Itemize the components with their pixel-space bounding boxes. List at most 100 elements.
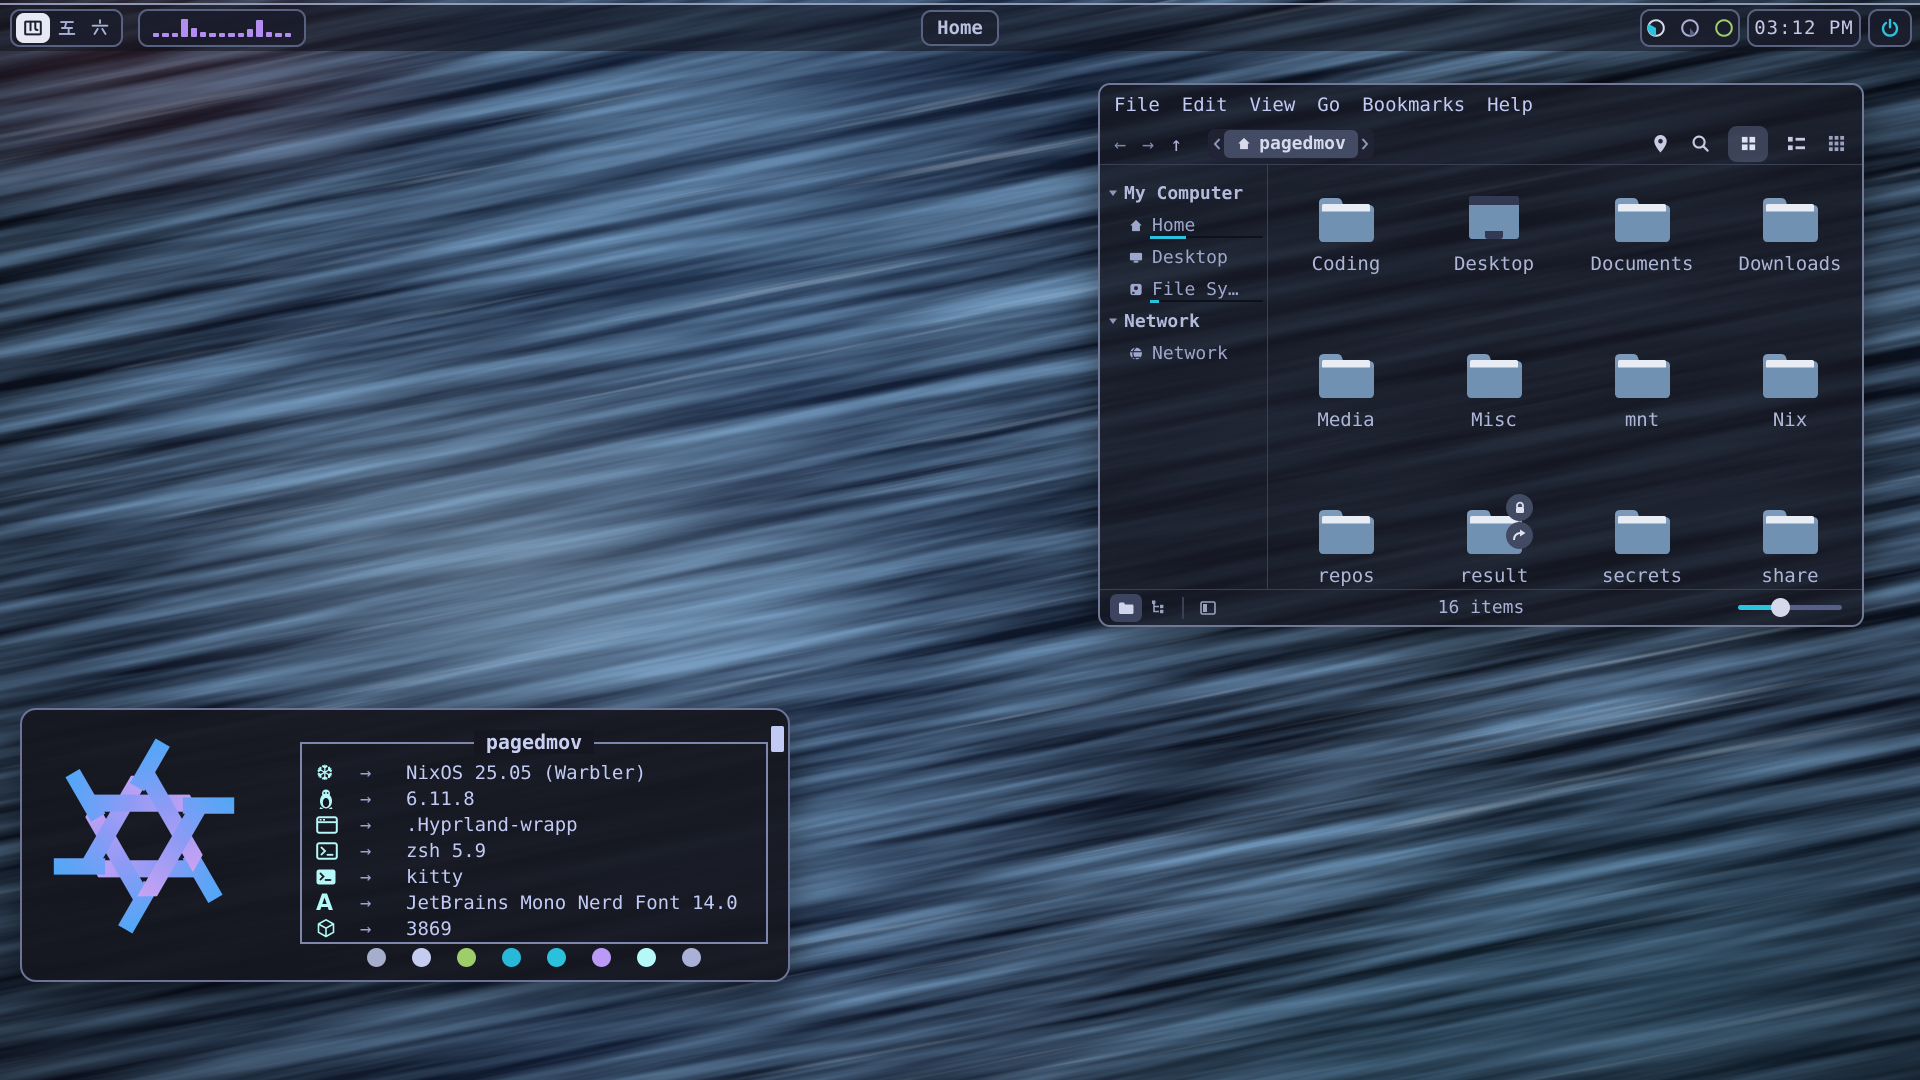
workspace-switcher[interactable] bbox=[10, 9, 123, 47]
visualizer-bar bbox=[162, 33, 168, 37]
workspace-item-4[interactable] bbox=[16, 13, 50, 43]
icon-size-slider[interactable] bbox=[1738, 605, 1842, 610]
visualizer-bar bbox=[181, 19, 187, 37]
fetch-value: 6.11.8 bbox=[406, 788, 475, 810]
active-window-title[interactable]: Home bbox=[921, 10, 999, 46]
folder-icon bbox=[1314, 191, 1378, 247]
sidebar-item-network[interactable]: Network bbox=[1108, 337, 1267, 369]
sidebar-section-label: My Computer bbox=[1124, 183, 1243, 204]
folder-icon bbox=[1758, 191, 1822, 247]
fetch-value: zsh 5.9 bbox=[406, 840, 486, 862]
folder-item-nix[interactable]: Nix bbox=[1716, 339, 1864, 495]
audio-visualizer bbox=[138, 9, 306, 47]
folder-item-mnt[interactable]: mnt bbox=[1568, 339, 1716, 495]
folder-item-coding[interactable]: Coding bbox=[1272, 183, 1420, 339]
breadcrumb-current[interactable]: pagedmov bbox=[1224, 130, 1358, 158]
power-button[interactable] bbox=[1868, 9, 1912, 47]
clock-widget[interactable]: 03:12 PM bbox=[1747, 9, 1861, 47]
sidebar-item-desktop[interactable]: Desktop bbox=[1108, 241, 1267, 273]
folder-item-secrets[interactable]: secrets bbox=[1568, 495, 1716, 651]
breadcrumb[interactable]: pagedmov bbox=[1208, 129, 1374, 159]
terminal-window: pagedmov ❆ → NixOS 25.05 (Warbler) → 6.1… bbox=[20, 708, 790, 982]
folder-icon bbox=[1314, 347, 1378, 403]
visualizer-bar bbox=[219, 33, 225, 37]
symlink-emblem-icon bbox=[1506, 522, 1533, 549]
palette-dot bbox=[592, 948, 611, 967]
palette-dot bbox=[547, 948, 566, 967]
folder-item-downloads[interactable]: Downloads bbox=[1716, 183, 1864, 339]
chevron-left-icon[interactable] bbox=[1212, 137, 1222, 151]
workspace-item-6[interactable] bbox=[83, 13, 117, 43]
fetch-row-os: ❆ → NixOS 25.05 (Warbler) bbox=[316, 760, 766, 786]
power-icon bbox=[1879, 17, 1901, 39]
chevron-right-icon[interactable] bbox=[1360, 137, 1370, 151]
folder-label: Documents bbox=[1591, 253, 1694, 275]
folder-item-share[interactable]: share bbox=[1716, 495, 1864, 651]
folder-item-misc[interactable]: Misc bbox=[1420, 339, 1568, 495]
visualizer-bar bbox=[256, 20, 262, 37]
file-manager-window: File Edit View Go Bookmarks Help ← → ↑ p… bbox=[1098, 83, 1864, 627]
menu-go[interactable]: Go bbox=[1317, 94, 1340, 123]
globe-icon bbox=[1128, 346, 1144, 361]
filesystem-disk-icon bbox=[1128, 282, 1144, 297]
forward-button[interactable]: → bbox=[1142, 132, 1154, 156]
sidebar-item-home[interactable]: Home bbox=[1108, 209, 1267, 241]
fetch-row-wm: → .Hyprland-wrapp bbox=[316, 812, 766, 838]
palette-dot bbox=[682, 948, 701, 967]
folder-item-repos[interactable]: repos bbox=[1272, 495, 1420, 651]
menu-help[interactable]: Help bbox=[1487, 94, 1533, 123]
fetch-value: JetBrains Mono Nerd Font 14.0 bbox=[406, 892, 738, 914]
visualizer-bar bbox=[275, 33, 281, 37]
view-icons-button[interactable] bbox=[1728, 126, 1768, 162]
palette-dot bbox=[367, 948, 386, 967]
folder-label: secrets bbox=[1602, 565, 1682, 587]
folder-label: Misc bbox=[1471, 409, 1517, 431]
terminal-cursor bbox=[771, 726, 784, 752]
slider-knob[interactable] bbox=[1771, 598, 1790, 617]
folder-item-documents[interactable]: Documents bbox=[1568, 183, 1716, 339]
search-button[interactable] bbox=[1688, 132, 1712, 156]
folder-icon bbox=[1314, 503, 1378, 559]
cjk-six-glyph bbox=[89, 17, 111, 39]
workspace-item-5[interactable] bbox=[50, 13, 84, 43]
lock-emblem-icon bbox=[1506, 494, 1533, 521]
home-icon bbox=[1128, 218, 1144, 233]
visualizer-bar bbox=[266, 32, 272, 37]
sidebar-section-my-computer[interactable]: My Computer bbox=[1108, 177, 1267, 209]
view-thumbnails-button[interactable] bbox=[1824, 132, 1848, 156]
sidebar-item-filesystem[interactable]: File Sy… bbox=[1108, 273, 1267, 305]
folder-icon bbox=[1758, 347, 1822, 403]
palette-dot bbox=[412, 948, 431, 967]
menu-bookmarks[interactable]: Bookmarks bbox=[1362, 94, 1465, 123]
visualizer-bar bbox=[238, 33, 244, 37]
folder-item-result[interactable]: result bbox=[1420, 495, 1568, 651]
chevron-down-icon bbox=[1108, 189, 1118, 197]
sidebar-section-network[interactable]: Network bbox=[1108, 305, 1267, 337]
sidebar-item-label: Network bbox=[1152, 343, 1228, 364]
location-button[interactable] bbox=[1648, 132, 1672, 156]
cjk-four-glyph bbox=[22, 17, 44, 39]
dense-grid-icon bbox=[1828, 135, 1845, 152]
fetch-value: 3869 bbox=[406, 918, 452, 940]
toolbar: ← → ↑ pagedmov bbox=[1100, 123, 1862, 165]
fetch-value: .Hyprland-wrapp bbox=[406, 814, 578, 836]
top-status-bar: Home 03:12 PM bbox=[0, 3, 1920, 51]
menu-view[interactable]: View bbox=[1250, 94, 1296, 123]
folder-item-desktop[interactable]: Desktop bbox=[1420, 183, 1568, 339]
fetch-row-shell: → zsh 5.9 bbox=[316, 838, 766, 864]
fetch-row-kernel: → 6.11.8 bbox=[316, 786, 766, 812]
back-button[interactable]: ← bbox=[1114, 132, 1126, 156]
up-button[interactable]: ↑ bbox=[1170, 132, 1182, 156]
view-compact-button[interactable] bbox=[1784, 132, 1808, 156]
folder-icon bbox=[1758, 503, 1822, 559]
location-pin-icon bbox=[1652, 134, 1669, 154]
fetch-row-font: A → JetBrains Mono Nerd Font 14.0 bbox=[316, 890, 766, 916]
fastfetch-panel: pagedmov ❆ → NixOS 25.05 (Warbler) → 6.1… bbox=[300, 742, 768, 944]
menu-file[interactable]: File bbox=[1114, 94, 1160, 123]
nixos-icon: ❆ bbox=[316, 761, 360, 785]
menu-edit[interactable]: Edit bbox=[1182, 94, 1228, 123]
fetch-hostname: pagedmov bbox=[474, 730, 594, 754]
folder-item-media[interactable]: Media bbox=[1272, 339, 1420, 495]
system-usage-indicators[interactable] bbox=[1640, 9, 1740, 47]
visualizer-bar bbox=[247, 29, 253, 37]
